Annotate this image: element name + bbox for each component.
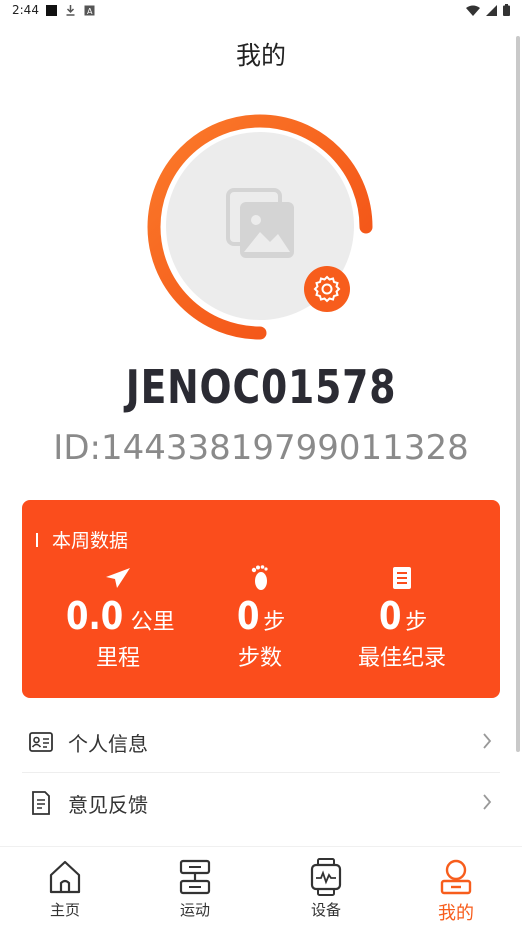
user-id: ID:1443381979901​1328 [53,428,469,468]
battery-icon [503,4,510,16]
bottom-nav: 主页 运动 设备 我的 [0,846,522,929]
menu-item-label: 意见反馈 [68,792,148,817]
record-list-icon [393,567,411,589]
stats-card-title: 本周数据 [36,526,128,553]
stats-title-text: 本周数据 [52,530,129,552]
nav-tab-sport[interactable]: 运动 [155,857,235,920]
nav-tab-mine[interactable]: 我的 [416,857,496,925]
nav-label-home: 主页 [49,901,80,919]
stat-best-record: 0 步 最佳纪录 [342,564,462,672]
footprint-icon [251,565,268,590]
sport-icon [179,859,211,895]
nav-tab-home[interactable]: 主页 [25,857,105,920]
nav-tab-device[interactable]: 设备 [286,857,366,920]
svg-text:A: A [87,7,93,16]
weekly-stats-card: 本周数据 0.0 公里 里程 0 步 步数 0 步 最佳纪录 [22,500,500,698]
page-title: 我的 [235,41,286,70]
best-unit: 步 [405,610,428,635]
status-system-icons [466,4,510,16]
status-bar: 2:44 A [0,0,522,22]
feedback-document-icon [28,790,54,816]
wifi-icon [466,5,480,16]
status-notification-icons: A [46,4,95,16]
scrollbar[interactable] [516,36,520,752]
steps-unit: 步 [263,610,286,635]
chevron-right-icon [483,733,492,749]
status-time: 2:44 [12,3,39,17]
best-value: 0 [378,594,402,638]
home-icon [49,860,81,894]
username: JENOC01578 [125,360,397,414]
stat-mileage: 0.0 公里 里程 [58,564,178,672]
square-icon [46,4,57,16]
mileage-label: 里程 [95,646,140,671]
nav-label-device: 设备 [310,901,341,919]
id-card-icon [28,729,54,755]
avatar-settings-button[interactable] [304,266,350,312]
steps-label: 步数 [237,646,282,671]
watch-icon [310,858,342,896]
menu-item-feedback[interactable]: 意见反馈 [22,772,500,833]
best-label: 最佳纪录 [357,646,446,671]
steps-value: 0 [236,594,260,638]
signal-icon [486,4,497,16]
title-bar-marker [36,532,38,547]
nav-label-sport: 运动 [179,901,210,919]
chevron-right-icon [483,794,492,810]
image-placeholder-icon [226,188,294,258]
nav-label-mine: 我的 [438,903,474,924]
menu-item-personal-info[interactable]: 个人信息 [22,712,500,772]
stat-steps: 0 步 步数 [200,564,320,672]
mileage-value: 0.0 [66,594,124,638]
download-icon [66,5,75,16]
mileage-unit: 公里 [130,610,175,635]
user-icon [440,859,472,895]
gear-icon [313,275,341,303]
menu-item-label: 个人信息 [68,731,148,756]
profile-menu: 个人信息 意见反馈 [22,712,500,833]
avatar-section [140,108,382,350]
a-box-icon: A [84,5,95,16]
paper-plane-icon [106,568,130,588]
